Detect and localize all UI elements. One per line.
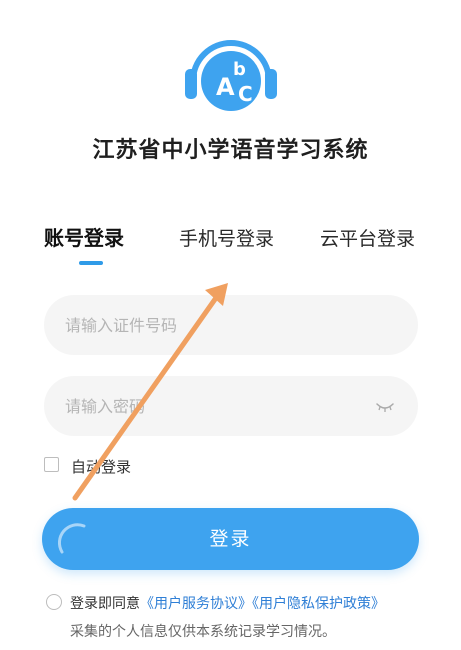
agreement-text: 登录即同意《用户服务协议》《用户隐私保护政策》: [70, 593, 385, 613]
privacy-policy-link[interactable]: 《用户隐私保护政策》: [252, 596, 385, 612]
agreement-radio[interactable]: [46, 594, 62, 610]
login-button[interactable]: 登录: [42, 508, 419, 570]
tab-account-login[interactable]: 账号登录: [44, 222, 124, 251]
id-number-input[interactable]: [44, 295, 418, 355]
service-agreement-link[interactable]: 《用户服务协议》: [140, 596, 252, 612]
agreement-note: 采集的个人信息仅供本系统记录学习情况。: [70, 624, 336, 640]
agreement-prefix: 登录即同意: [70, 596, 140, 612]
tab-phone-login[interactable]: 手机号登录: [179, 224, 274, 251]
app-title: 江苏省中小学语音学习系统: [92, 138, 369, 163]
app-logo: A b C: [185, 40, 277, 111]
auto-login-checkbox[interactable]: [44, 457, 59, 472]
logo-letter-c: C: [238, 82, 253, 106]
logo-letter-b: b: [233, 59, 246, 80]
active-tab-indicator: [79, 261, 103, 265]
password-input[interactable]: [44, 376, 418, 436]
auto-login-label: 自动登录: [71, 458, 132, 476]
tab-cloud-login[interactable]: 云平台登录: [320, 224, 415, 251]
login-tabs: 账号登录 手机号登录 云平台登录: [0, 222, 461, 262]
login-button-label: 登录: [209, 528, 252, 550]
eye-closed-icon[interactable]: [375, 400, 395, 414]
